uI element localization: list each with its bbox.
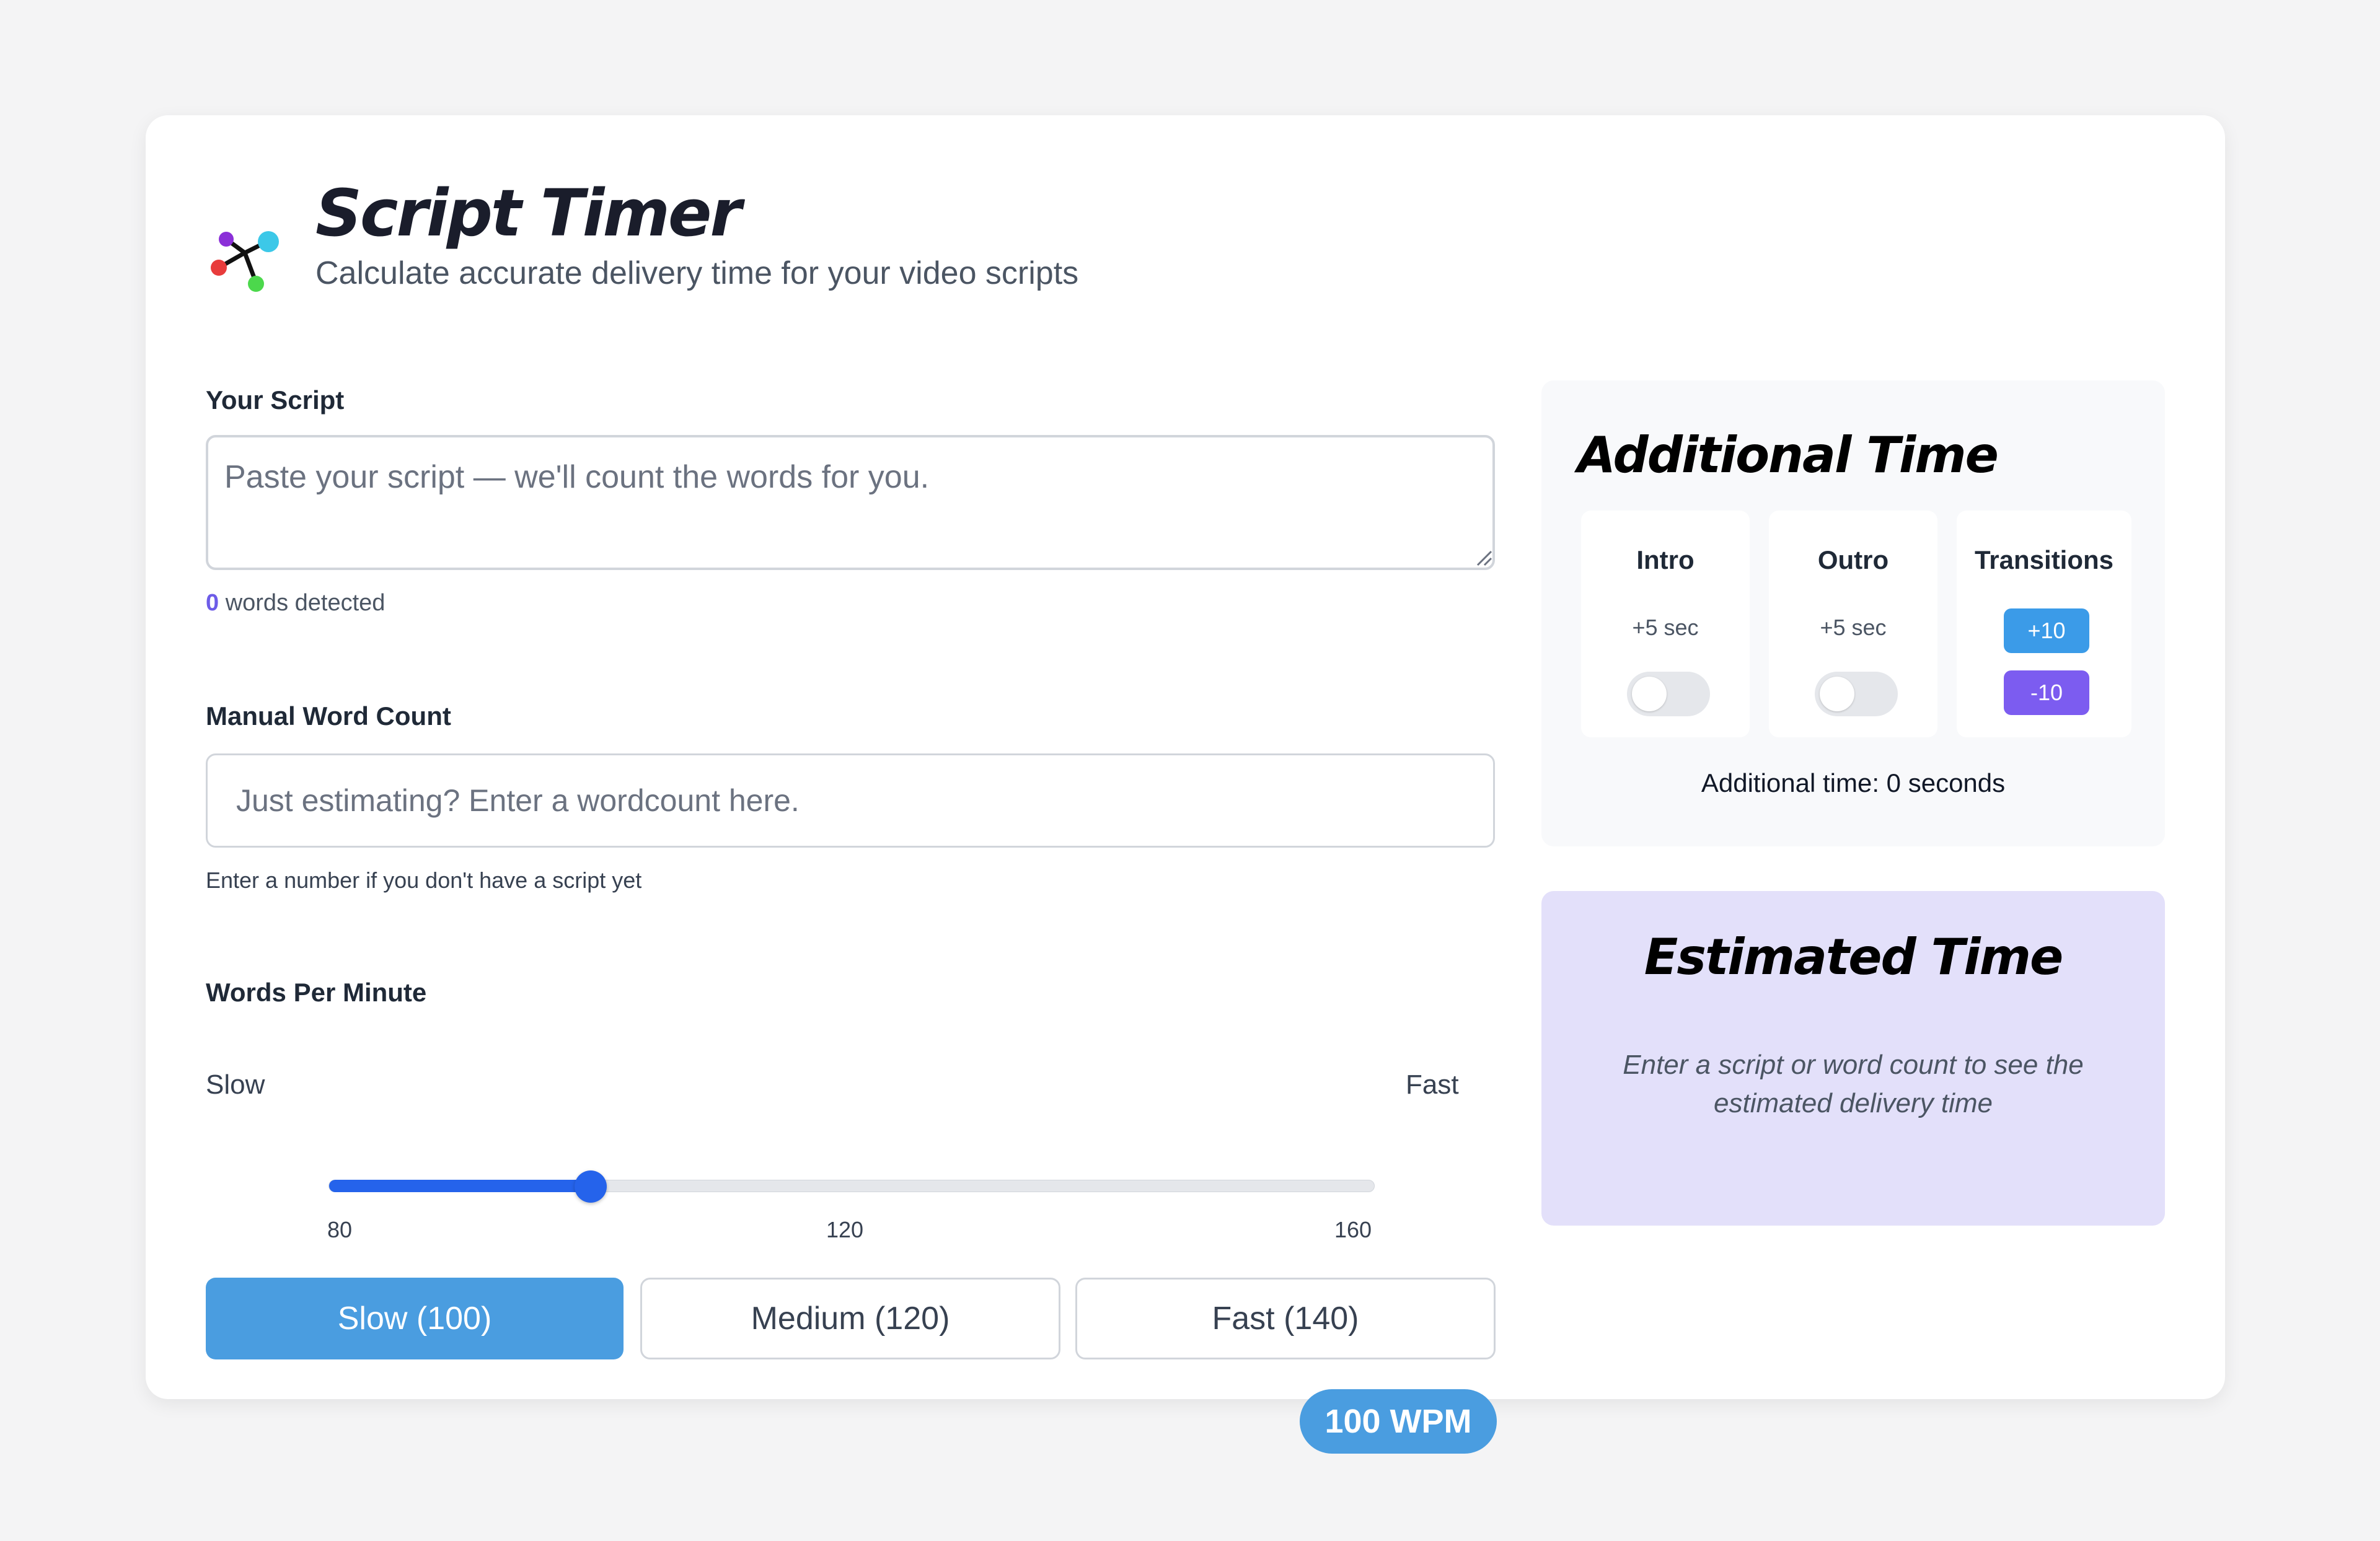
script-label: Your Script — [206, 385, 345, 415]
app-subtitle: Calculate accurate delivery time for you… — [315, 255, 1079, 291]
manual-count-label: Manual Word Count — [206, 701, 451, 731]
resize-handle-icon[interactable] — [1474, 548, 1492, 566]
additional-time-panel: Additional Time Intro +5 sec Outro +5 se… — [1541, 380, 2165, 846]
intro-option: Intro +5 sec — [1581, 511, 1750, 737]
app-title: Script Timer — [315, 175, 742, 251]
outro-seconds: +5 sec — [1820, 615, 1887, 640]
intro-label: Intro — [1636, 545, 1695, 574]
main-card: Script Timer Calculate accurate delivery… — [146, 115, 2225, 1454]
script-textarea[interactable] — [206, 435, 1495, 570]
wpm-slider-fill — [329, 1180, 591, 1192]
wpm-badge: 100 WPM — [1300, 1389, 1497, 1454]
intro-seconds: +5 sec — [1632, 615, 1699, 640]
estimated-time-message: Enter a script or word count to see the … — [1623, 1050, 2084, 1118]
slider-slow-label: Slow — [206, 1069, 265, 1100]
manual-word-count-input[interactable] — [206, 753, 1495, 848]
preset-fast-button[interactable]: Fast (140) — [1075, 1278, 1496, 1359]
estimated-time-panel: Estimated Time Enter a script or word co… — [1541, 891, 2165, 1226]
slider-fast-label: Fast — [1406, 1069, 1459, 1100]
tick-label-min: 80 — [327, 1217, 353, 1242]
intro-toggle[interactable] — [1627, 672, 1710, 716]
additional-time-total: Additional time: 0 seconds — [1701, 768, 2006, 797]
estimated-time-title: Estimated Time — [1644, 928, 2064, 986]
manual-count-help: Enter a number if you don't have a scrip… — [206, 867, 642, 893]
word-count-suffix: words detected — [219, 590, 386, 616]
tick-label-max: 160 — [1334, 1217, 1372, 1242]
transitions-minus-button[interactable]: -10 — [2004, 670, 2089, 715]
additional-time-title: Additional Time — [1577, 426, 1999, 484]
outro-label: Outro — [1817, 545, 1889, 574]
wpm-slider[interactable] — [328, 1170, 1375, 1203]
outro-option: Outro +5 sec — [1769, 511, 1937, 737]
toggle-knob — [1632, 677, 1667, 711]
tick-label-mid: 120 — [826, 1217, 864, 1242]
preset-medium-button[interactable]: Medium (120) — [640, 1278, 1060, 1359]
toggle-knob — [1820, 677, 1854, 711]
preset-slow-button[interactable]: Slow (100) — [206, 1278, 624, 1359]
word-count-number: 0 — [206, 590, 219, 616]
transitions-plus-button[interactable]: +10 — [2004, 608, 2089, 653]
outro-toggle[interactable] — [1815, 672, 1898, 716]
wpm-slider-thumb[interactable] — [574, 1170, 607, 1203]
transitions-option: Transitions +10 -10 — [1957, 511, 2131, 737]
word-count-status: 0 words detected — [206, 590, 385, 617]
molecule-network-icon — [211, 231, 279, 292]
wpm-label: Words Per Minute — [206, 978, 427, 1007]
transitions-label: Transitions — [1974, 545, 2114, 574]
